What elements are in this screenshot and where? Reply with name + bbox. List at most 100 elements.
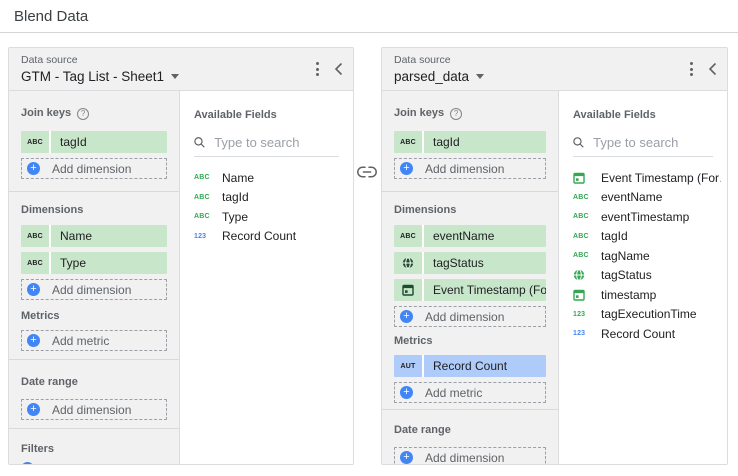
chevron-left-icon	[708, 62, 717, 76]
available-field[interactable]: ABCeventTimestamp	[573, 207, 721, 227]
field-search	[194, 135, 339, 157]
help-icon[interactable]: ?	[77, 108, 89, 120]
available-field[interactable]: 123tagExecutionTime	[573, 305, 721, 325]
page-title: Blend Data	[14, 8, 88, 25]
metrics-label: Metrics	[21, 310, 167, 323]
field-chip[interactable]: ABCtagId	[21, 131, 167, 153]
plus-icon: +	[400, 451, 413, 464]
type-ABC-icon: ABC	[573, 233, 601, 240]
field-chip-label: tagId	[51, 135, 87, 149]
add-join-key-button[interactable]: + Add dimension	[394, 158, 546, 179]
available-field[interactable]: tagStatus	[573, 266, 721, 286]
add-join-key-button[interactable]: + Add dimension	[21, 158, 167, 179]
available-field[interactable]: ABCType	[194, 207, 347, 227]
available-field[interactable]: ABCtagName	[573, 246, 721, 266]
add-date-range-dimension-button[interactable]: + Add dimension	[21, 399, 167, 420]
type-ABC-icon: ABC	[21, 131, 51, 153]
available-field[interactable]: ABCeventName	[573, 188, 721, 208]
chevron-down-icon	[171, 74, 179, 79]
available-fields-panel: Available Fields Event Timestamp (For…AB…	[558, 91, 727, 464]
field-chip-label: Name	[51, 229, 92, 243]
available-field[interactable]: Event Timestamp (For…	[573, 168, 721, 188]
field-chip-label: Record Count	[424, 359, 507, 373]
more-options-button[interactable]	[313, 61, 322, 77]
type-ABC-icon: ABC	[194, 213, 222, 220]
more-options-button[interactable]	[687, 61, 696, 77]
help-icon[interactable]: ?	[450, 108, 462, 120]
date-range-label: Date range	[21, 376, 167, 389]
plus-icon: +	[27, 283, 40, 296]
field-search-input[interactable]	[593, 135, 713, 150]
available-field[interactable]: ABCName	[194, 168, 347, 188]
collapse-panel-button[interactable]	[708, 62, 717, 76]
add-metric-button[interactable]: + Add metric	[394, 382, 546, 403]
type-ABC-icon: ABC	[194, 194, 222, 201]
plus-icon: +	[400, 310, 413, 323]
field-chip[interactable]: Event Timestamp (For…	[394, 279, 546, 301]
plus-icon: +	[27, 162, 40, 175]
data-source-label: Data source	[394, 54, 717, 66]
data-source-selector[interactable]: parsed_data	[394, 69, 717, 84]
available-field-label: tagStatus	[601, 268, 652, 282]
type-ABC-icon: ABC	[194, 174, 222, 181]
add-dimension-button[interactable]: + Add dimension	[394, 306, 546, 327]
field-chip[interactable]: ABCtagId	[394, 131, 546, 153]
data-source-name: GTM - Tag List - Sheet1	[21, 69, 164, 84]
available-field[interactable]: 123Record Count	[573, 324, 721, 344]
add-dimension-button[interactable]: + Add dimension	[21, 279, 167, 300]
globe-icon	[394, 252, 424, 274]
field-chip[interactable]: tagStatus	[394, 252, 546, 274]
available-field-label: eventTimestamp	[601, 210, 689, 224]
search-icon	[573, 136, 584, 149]
available-field[interactable]: ABCtagId	[573, 227, 721, 247]
type-ABC-icon: ABC	[573, 252, 601, 259]
collapse-panel-button[interactable]	[334, 62, 343, 76]
available-field[interactable]: 123Record Count	[194, 227, 347, 247]
chevron-left-icon	[334, 62, 343, 76]
calendar-icon	[573, 289, 601, 301]
add-filter-button[interactable]: + ADD A FILTER	[21, 462, 167, 464]
dimensions-label: Dimensions	[394, 204, 546, 217]
dimensions-label: Dimensions	[21, 204, 167, 217]
add-date-range-dimension-button[interactable]: + Add dimension	[394, 447, 546, 464]
plus-icon: +	[27, 334, 40, 347]
data-source-selector[interactable]: GTM - Tag List - Sheet1	[21, 69, 343, 84]
type-ABC-icon: ABC	[573, 213, 601, 220]
type-123-icon: 123	[573, 311, 601, 318]
field-chip-label: Event Timestamp (For…	[424, 283, 546, 297]
type-ABC-icon: ABC	[394, 131, 424, 153]
card-header: Data source GTM - Tag List - Sheet1	[9, 48, 353, 91]
plus-icon: +	[21, 462, 34, 464]
blend-config-column: Join keys ? ABCtagId + Add dimension Dim…	[9, 91, 179, 464]
field-chip-label: Type	[51, 256, 86, 270]
data-source-card-2: Data source parsed_data Join keys ?	[381, 47, 728, 465]
field-chip[interactable]: ABCName	[21, 225, 167, 247]
available-fields-title: Available Fields	[573, 109, 721, 122]
type-ABC-icon: ABC	[21, 225, 51, 247]
plus-icon: +	[400, 386, 413, 399]
join-keys-label: Join keys ?	[394, 107, 546, 120]
blend-config-column: Join keys ? ABCtagId + Add dimension Dim…	[382, 91, 558, 464]
type-123-icon: 123	[194, 233, 222, 240]
plus-icon: +	[400, 162, 413, 175]
chevron-down-icon	[476, 74, 484, 79]
field-chip[interactable]: ABCeventName	[394, 225, 546, 247]
field-search-input[interactable]	[214, 135, 339, 150]
type-ABC-icon: ABC	[21, 252, 51, 274]
calendar-icon	[573, 172, 601, 184]
type-ABC-icon: ABC	[573, 194, 601, 201]
available-field-label: eventName	[601, 190, 662, 204]
available-field[interactable]: timestamp	[573, 285, 721, 305]
plus-icon: +	[27, 403, 40, 416]
type-AUT-icon: AUT	[394, 355, 424, 377]
field-chip[interactable]: ABCType	[21, 252, 167, 274]
available-field-label: Record Count	[601, 327, 675, 341]
data-source-name: parsed_data	[394, 69, 469, 84]
card-header: Data source parsed_data	[382, 48, 727, 91]
add-metric-button[interactable]: + Add metric	[21, 330, 167, 351]
available-field-label: Type	[222, 210, 248, 224]
available-fields-title: Available Fields	[194, 109, 347, 122]
metrics-label: Metrics	[394, 335, 546, 348]
field-chip[interactable]: AUTRecord Count	[394, 355, 546, 377]
available-field[interactable]: ABCtagId	[194, 188, 347, 208]
